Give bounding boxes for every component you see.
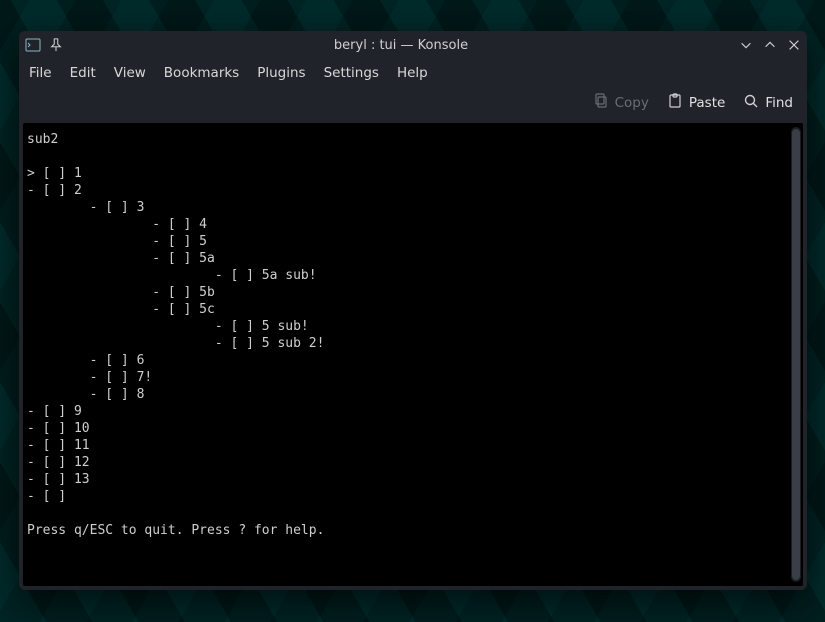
copy-label: Copy [615, 95, 649, 111]
terminal-icon [25, 37, 41, 53]
find-button[interactable]: Find [743, 93, 793, 113]
copy-button[interactable]: Copy [593, 93, 649, 113]
paste-label: Paste [689, 95, 725, 111]
close-icon[interactable] [787, 38, 801, 52]
titlebar: beryl : tui — Konsole [19, 31, 807, 59]
menu-bookmarks[interactable]: Bookmarks [164, 65, 239, 81]
menu-view[interactable]: View [114, 65, 146, 81]
menu-edit[interactable]: Edit [70, 65, 96, 81]
menubar: File Edit View Bookmarks Plugins Setting… [19, 59, 807, 87]
window-title: beryl : tui — Konsole [63, 38, 739, 53]
minimize-icon[interactable] [739, 38, 753, 52]
maximize-icon[interactable] [763, 38, 777, 52]
find-label: Find [765, 95, 793, 111]
menu-help[interactable]: Help [397, 65, 428, 81]
find-icon [743, 93, 759, 113]
menu-plugins[interactable]: Plugins [257, 65, 305, 81]
pin-icon[interactable] [49, 38, 63, 52]
konsole-window: beryl : tui — Konsole File Edit View Boo… [19, 31, 807, 590]
menu-file[interactable]: File [29, 65, 52, 81]
terminal-output[interactable]: sub2 > [ ] 1 - [ ] 2 - [ ] 3 - [ ] 4 - [… [23, 123, 791, 586]
paste-button[interactable]: Paste [667, 93, 725, 113]
copy-icon [593, 93, 609, 113]
paste-icon [667, 93, 683, 113]
menu-settings[interactable]: Settings [324, 65, 379, 81]
toolbar: Copy Paste Find [19, 87, 807, 123]
scrollbar-thumb[interactable] [792, 129, 800, 580]
scrollbar[interactable] [791, 127, 801, 582]
terminal-area: sub2 > [ ] 1 - [ ] 2 - [ ] 3 - [ ] 4 - [… [23, 123, 803, 586]
